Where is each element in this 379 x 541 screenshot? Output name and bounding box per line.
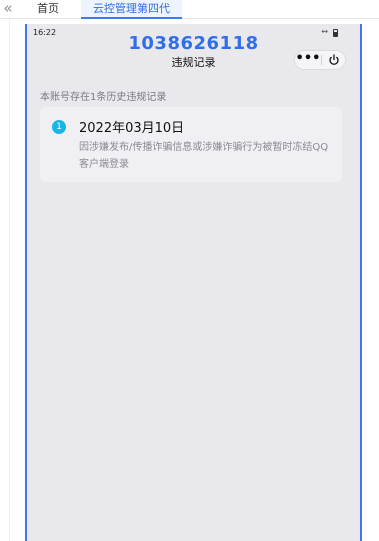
mini-program-capsule: ••• bbox=[294, 50, 346, 70]
tab-bar: « 首页 云控管理第四代 bbox=[0, 0, 379, 19]
collapse-icon[interactable]: « bbox=[0, 0, 16, 19]
more-icon[interactable]: ••• bbox=[295, 51, 321, 69]
left-gutter bbox=[0, 19, 10, 541]
record-index-badge: 1 bbox=[52, 120, 66, 134]
power-icon[interactable] bbox=[322, 51, 346, 69]
violation-record-card: 1 2022年03月10日 因涉嫌发布/传播诈骗信息或涉嫌诈骗行为被暂时冻结QQ… bbox=[40, 107, 342, 182]
record-date: 2022年03月10日 bbox=[79, 121, 185, 136]
record-description: 因涉嫌发布/传播诈骗信息或涉嫌诈骗行为被暂时冻结QQ客户端登录 bbox=[79, 142, 329, 170]
tab-cloud-control[interactable]: 云控管理第四代 bbox=[81, 0, 182, 19]
tab-home[interactable]: 首页 bbox=[25, 0, 71, 19]
power-icon-glyph bbox=[329, 54, 339, 65]
phone-preview: 16:22 ↔ 1038626118 违规记录 ••• 本账号存在1条历史违规记… bbox=[25, 24, 362, 541]
violation-summary: 本账号存在1条历史违规记录 bbox=[40, 92, 167, 103]
